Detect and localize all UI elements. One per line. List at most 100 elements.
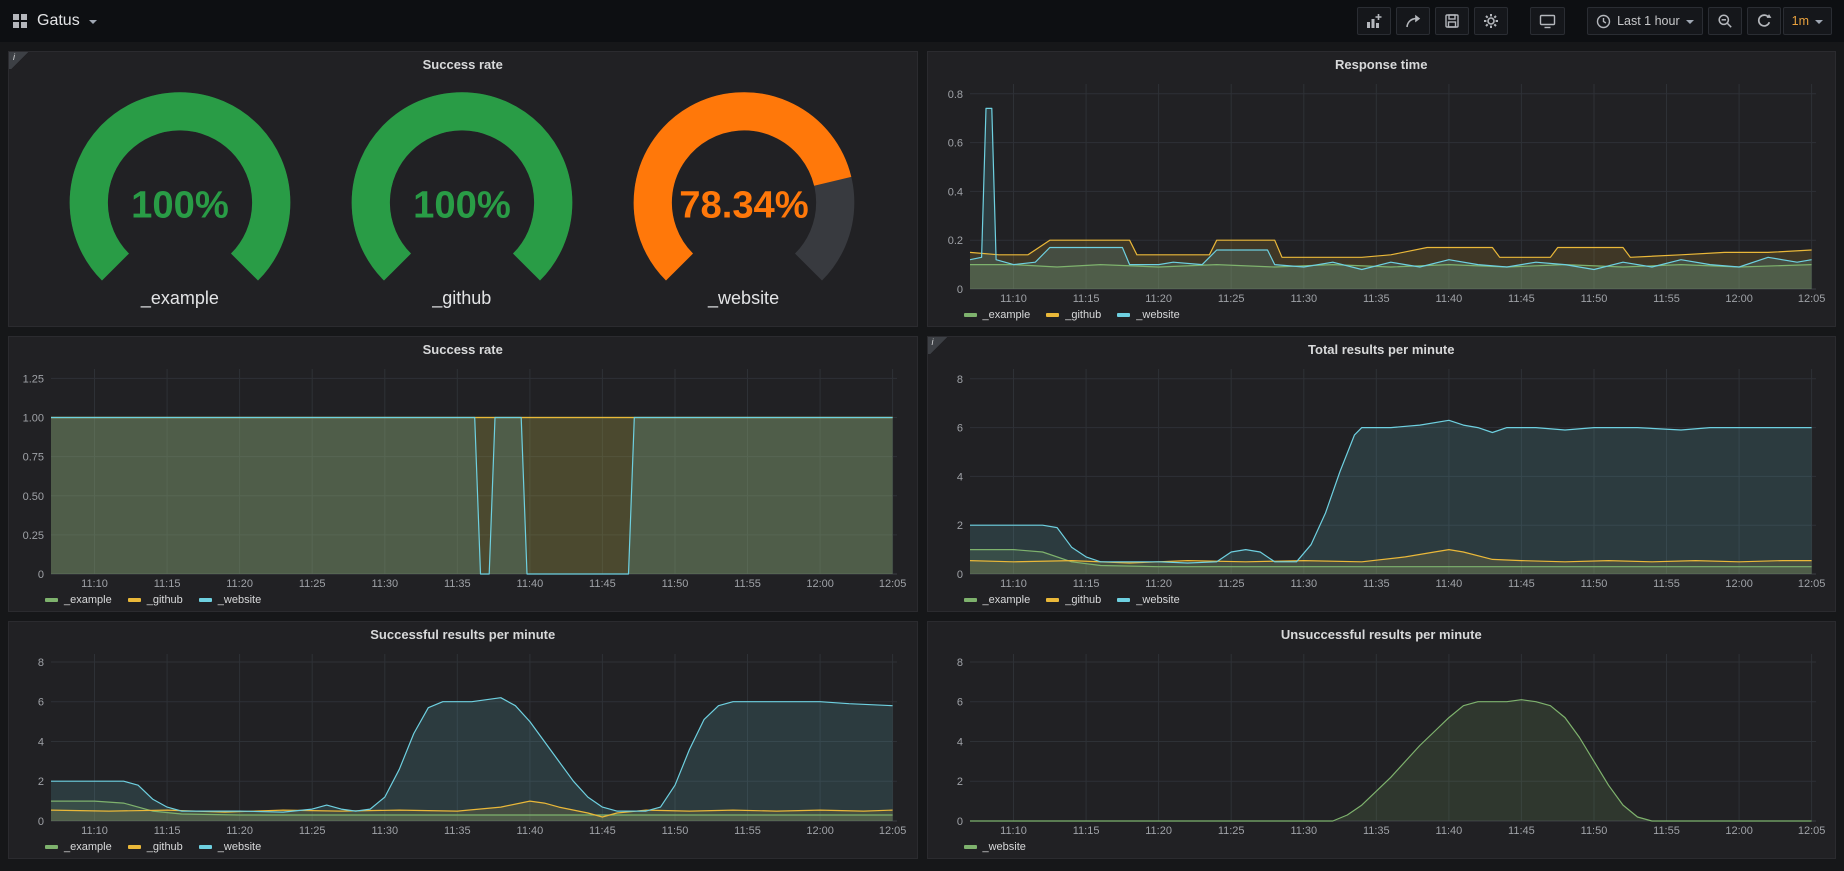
panel-title[interactable]: Success rate [9, 52, 917, 77]
legend-item-_website[interactable]: _website [1117, 594, 1179, 606]
legend-swatch-icon [128, 845, 141, 849]
gauge-label: _example [141, 288, 219, 309]
chart-plot[interactable]: 11:1011:1511:2011:2511:3011:3511:4011:45… [934, 77, 1828, 306]
unsuccessful-results-chart[interactable]: 11:1011:1511:2011:2511:3011:3511:4011:45… [928, 647, 1836, 858]
chart-legend: _example _github _website [934, 591, 1828, 609]
legend-label: _website [218, 594, 261, 606]
legend-item-_example[interactable]: _example [964, 309, 1031, 321]
add-panel-icon [1367, 14, 1382, 28]
svg-text:11:55: 11:55 [1653, 578, 1680, 590]
legend-label: _example [64, 594, 112, 606]
legend-swatch-icon [964, 313, 977, 317]
successful-results-chart[interactable]: 11:1011:1511:2011:2511:3011:3511:4011:45… [9, 647, 917, 858]
svg-text:11:50: 11:50 [662, 825, 689, 837]
legend-item-_website[interactable]: _website [199, 594, 261, 606]
svg-text:11:55: 11:55 [1653, 293, 1680, 305]
panel-title[interactable]: Unsuccessful results per minute [928, 622, 1836, 647]
svg-text:11:20: 11:20 [226, 825, 253, 837]
svg-text:11:35: 11:35 [444, 578, 471, 590]
legend-item-_github[interactable]: _github [128, 841, 183, 853]
success-rate-chart[interactable]: 11:1011:1511:2011:2511:3011:3511:4011:45… [9, 362, 917, 611]
legend-item-_example[interactable]: _example [45, 594, 112, 606]
panel-info-icon[interactable]: i [9, 52, 30, 69]
caret-down-icon[interactable] [89, 20, 97, 24]
chart-plot[interactable]: 11:1011:1511:2011:2511:3011:3511:4011:45… [934, 647, 1828, 838]
svg-text:11:40: 11:40 [1435, 293, 1462, 305]
save-button[interactable] [1435, 7, 1469, 35]
response-time-chart[interactable]: 11:1011:1511:2011:2511:3011:3511:4011:45… [928, 77, 1836, 326]
gauge-label: _github [432, 288, 491, 309]
zoom-out-button[interactable] [1708, 7, 1742, 35]
chart-plot[interactable]: 11:1011:1511:2011:2511:3011:3511:4011:45… [934, 362, 1828, 591]
chart-plot[interactable]: 11:1011:1511:2011:2511:3011:3511:4011:45… [15, 647, 909, 838]
panel-unsuccessful-results: Unsuccessful results per minute 11:1011:… [927, 621, 1837, 859]
svg-text:1.00: 1.00 [23, 413, 44, 425]
svg-text:11:30: 11:30 [371, 578, 398, 590]
svg-text:11:45: 11:45 [1508, 825, 1535, 837]
chart-svg[interactable]: 11:1011:1511:2011:2511:3011:3511:4011:45… [15, 647, 909, 838]
legend-item-_website[interactable]: _website [199, 841, 261, 853]
legend-item-_github[interactable]: _github [128, 594, 183, 606]
legend-label: _example [983, 594, 1031, 606]
panel-title[interactable]: Response time [928, 52, 1836, 77]
chart-svg[interactable]: 11:1011:1511:2011:2511:3011:3511:4011:45… [15, 362, 909, 591]
svg-text:11:55: 11:55 [734, 825, 761, 837]
apps-icon[interactable] [12, 13, 28, 29]
svg-text:12:05: 12:05 [879, 825, 907, 837]
legend-label: _website [983, 841, 1026, 853]
panel-title[interactable]: Successful results per minute [9, 622, 917, 647]
save-icon [1446, 15, 1458, 27]
legend-item-_example[interactable]: _example [45, 841, 112, 853]
legend-swatch-icon [45, 845, 58, 849]
legend-item-_website[interactable]: _website [964, 841, 1026, 853]
svg-text:0.25: 0.25 [23, 530, 44, 542]
tv-mode-button[interactable] [1530, 7, 1565, 35]
panel-info-icon[interactable]: i [928, 337, 949, 354]
legend-label: _github [147, 594, 183, 606]
svg-text:11:50: 11:50 [662, 578, 689, 590]
svg-text:0: 0 [38, 569, 44, 581]
legend-item-_website[interactable]: _website [1117, 309, 1179, 321]
legend-label: _website [218, 841, 261, 853]
panel-success-rate-gauges: i Success rate 100%_example100%_github78… [8, 51, 918, 327]
dashboard-title[interactable]: Gatus [37, 12, 80, 30]
chart-legend: _example _github _website [15, 838, 909, 856]
svg-text:11:15: 11:15 [1072, 578, 1099, 590]
info-icon-glyph: i [932, 337, 934, 347]
svg-text:2: 2 [956, 520, 962, 532]
add-panel-button[interactable] [1357, 7, 1391, 35]
gauge-value: 100% [131, 183, 229, 226]
svg-text:11:10: 11:10 [81, 578, 108, 590]
svg-text:11:10: 11:10 [1000, 825, 1027, 837]
chart-legend: _example _github _website [15, 591, 909, 609]
share-button[interactable] [1396, 7, 1430, 35]
chart-plot[interactable]: 11:1011:1511:2011:2511:3011:3511:4011:45… [15, 362, 909, 591]
time-range-button[interactable]: Last 1 hour [1587, 7, 1703, 35]
refresh-interval-button[interactable]: 1m [1783, 7, 1832, 35]
panel-title[interactable]: Total results per minute [928, 337, 1836, 362]
time-range-caret-icon [1686, 20, 1694, 24]
legend-label: _website [1136, 309, 1179, 321]
panel-title[interactable]: Success rate [9, 337, 917, 362]
svg-text:12:00: 12:00 [1725, 293, 1753, 305]
legend-item-_github[interactable]: _github [1046, 594, 1101, 606]
gear-icon [1484, 14, 1498, 28]
chart-svg[interactable]: 11:1011:1511:2011:2511:3011:3511:4011:45… [934, 77, 1828, 306]
total-results-chart[interactable]: 11:1011:1511:2011:2511:3011:3511:4011:45… [928, 362, 1836, 611]
legend-item-_github[interactable]: _github [1046, 309, 1101, 321]
time-range-label: Last 1 hour [1617, 14, 1680, 28]
settings-button[interactable] [1474, 7, 1508, 35]
chart-svg[interactable]: 11:1011:1511:2011:2511:3011:3511:4011:45… [934, 647, 1828, 838]
chart-svg[interactable]: 11:1011:1511:2011:2511:3011:3511:4011:45… [934, 362, 1828, 591]
svg-text:11:15: 11:15 [154, 578, 181, 590]
refresh-button[interactable] [1747, 7, 1781, 35]
svg-text:0.50: 0.50 [23, 491, 44, 503]
legend-swatch-icon [45, 598, 58, 602]
series-_website-fill [970, 420, 1812, 574]
legend-swatch-icon [964, 598, 977, 602]
legend-label: _github [147, 841, 183, 853]
legend-item-_example[interactable]: _example [964, 594, 1031, 606]
svg-text:12:05: 12:05 [1797, 293, 1825, 305]
svg-text:11:25: 11:25 [1217, 825, 1244, 837]
gauge-label: _website [708, 288, 779, 309]
